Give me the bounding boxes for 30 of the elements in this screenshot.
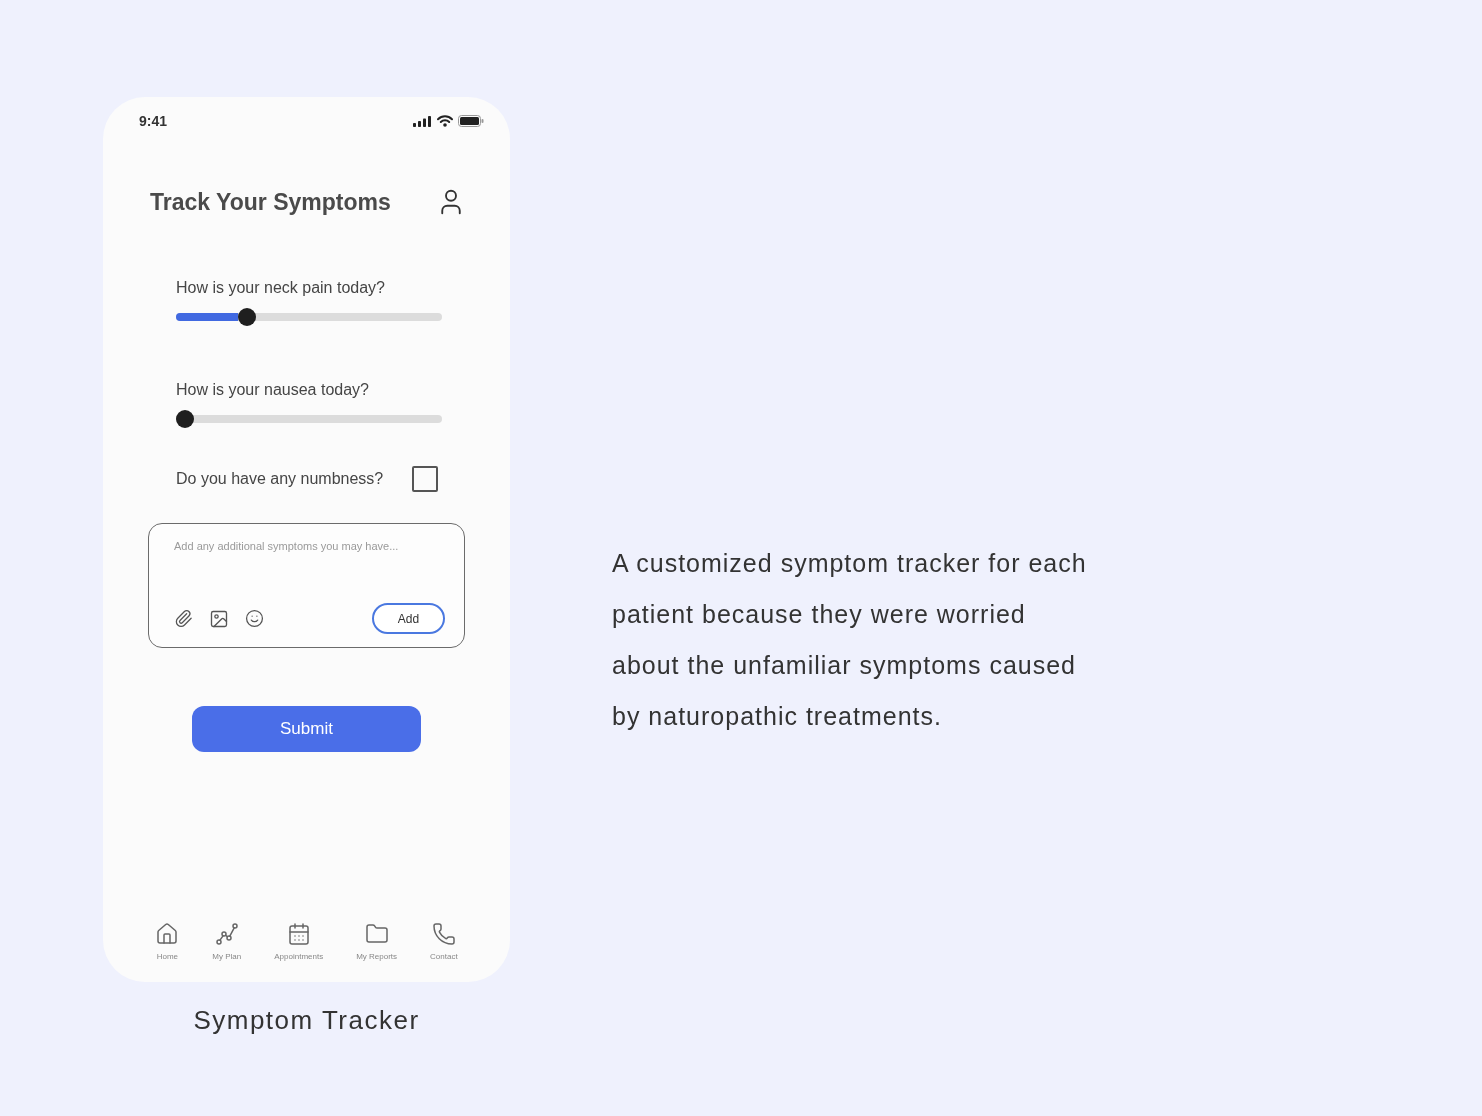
question-label: How is your nausea today? (176, 380, 369, 400)
slider-thumb[interactable] (176, 410, 194, 428)
calendar-icon (286, 922, 311, 946)
wifi-icon (437, 115, 453, 127)
nav-item[interactable]: My Reports (356, 922, 398, 962)
screen-caption: Symptom Tracker (193, 1005, 420, 1035)
status-time: 9:41 (139, 112, 168, 131)
phone-icon (431, 922, 456, 946)
page-title: Track Your Symptoms (150, 188, 391, 217)
add-button[interactable]: Add (372, 603, 445, 634)
nav-item[interactable]: My Plan (212, 922, 242, 962)
nav-item[interactable]: Home (155, 922, 180, 962)
signal-icon (413, 115, 432, 127)
nav-item[interactable]: Contact (430, 922, 458, 962)
question-label: How is your neck pain today? (176, 278, 385, 298)
slider-thumb[interactable] (238, 308, 256, 326)
submit-button[interactable]: Submit (192, 706, 421, 752)
symptoms-input[interactable]: Add any additional symptoms you may have... (174, 538, 445, 603)
nav-item[interactable]: Appointments (274, 922, 324, 962)
folder-icon (364, 922, 389, 946)
description-text: A customized symptom tracker for each patient because they were worried about the unfamiliar symptoms caused by naturopathic treatments. (612, 548, 1088, 732)
home-icon (155, 922, 180, 946)
question-label: Do you have any numbness? (176, 469, 384, 489)
smiley-icon[interactable] (245, 609, 264, 628)
battery-icon (458, 115, 484, 127)
symptoms-field[interactable]: Add any additional symptoms you may have... Add (148, 523, 465, 648)
connected-dots-icon (214, 922, 239, 946)
checkbox[interactable] (412, 466, 438, 492)
image-icon[interactable] (209, 608, 229, 629)
paperclip-icon[interactable] (174, 609, 193, 628)
